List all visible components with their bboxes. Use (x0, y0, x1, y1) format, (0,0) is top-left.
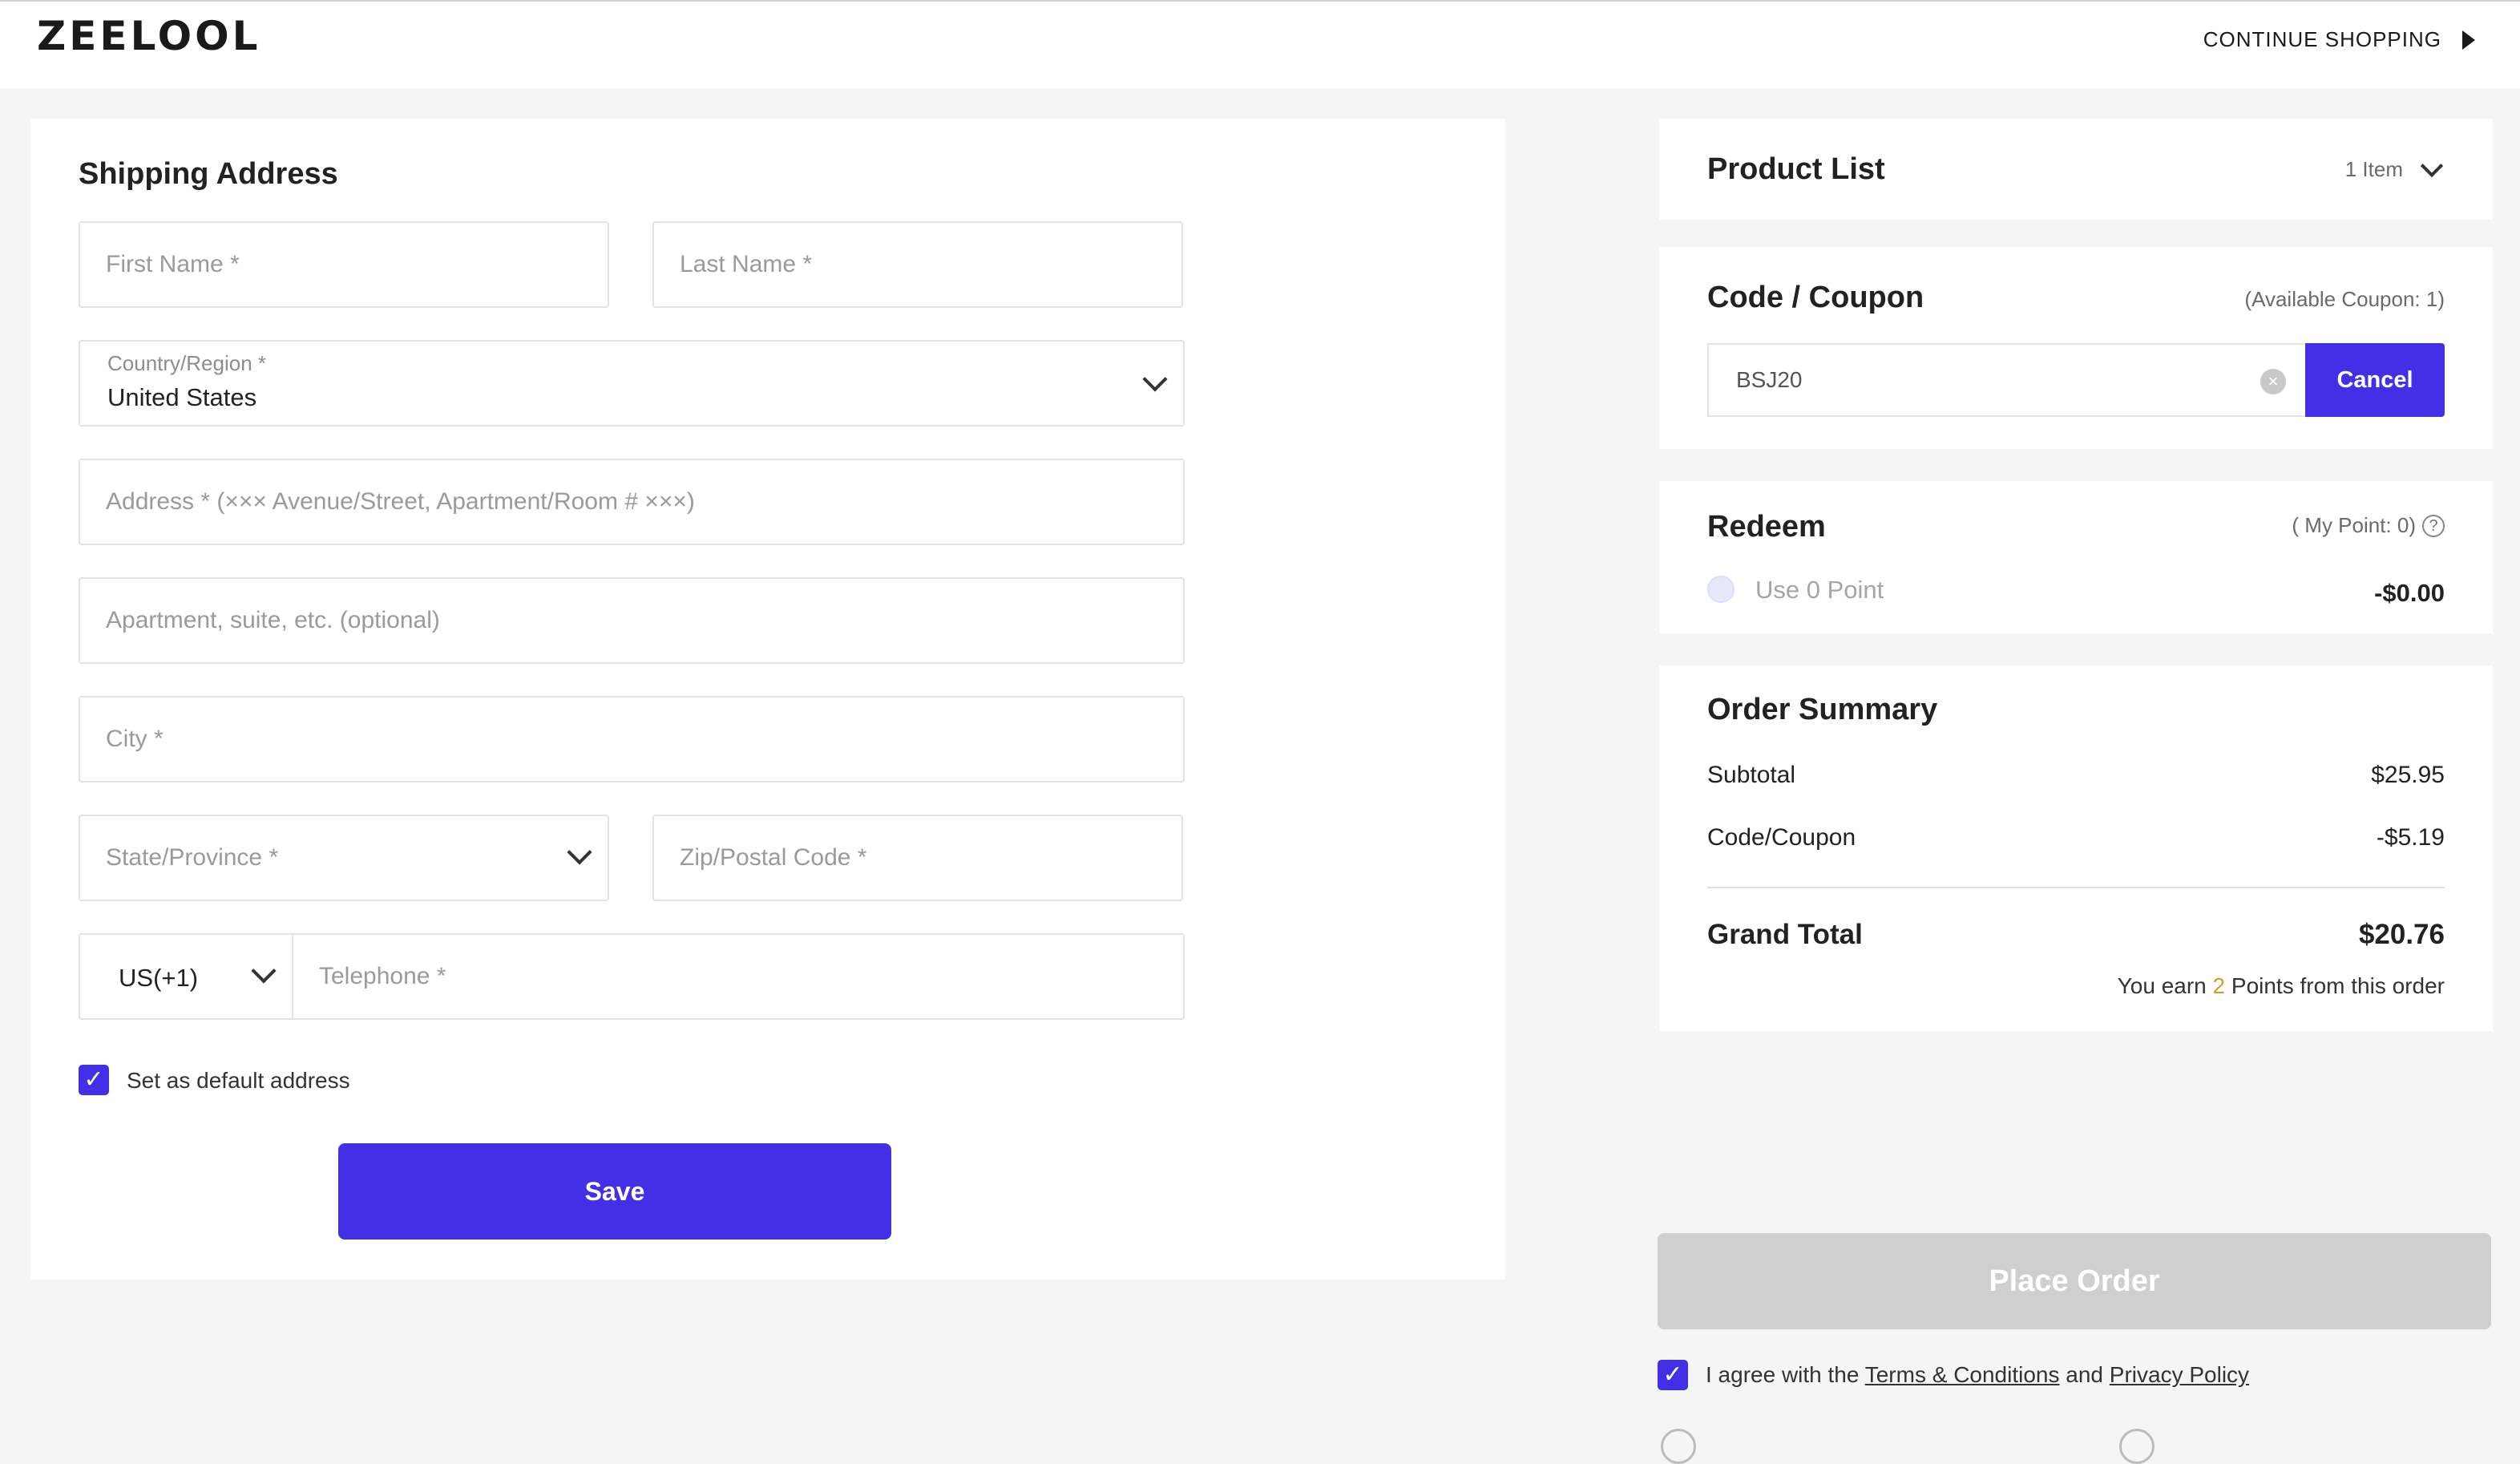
place-order-button[interactable]: Place Order (1658, 1233, 2491, 1329)
order-summary-title: Order Summary (1707, 693, 1938, 726)
redeem-amount: -$0.00 (2374, 579, 2445, 607)
coupon-code-input[interactable]: BSJ20 × (1707, 343, 2305, 417)
subtotal-row: Subtotal $25.95 (1707, 762, 2445, 789)
chevron-down-icon (2420, 154, 2444, 177)
earn-suffix: Points from this order (2231, 973, 2445, 998)
phone-code-select[interactable]: US(+1) (79, 933, 292, 1020)
terms-conditions-link[interactable]: Terms & Conditions (1865, 1362, 2060, 1387)
earn-points-note: You earn 2 Points from this order (2118, 973, 2445, 999)
redeem-card: Redeem ( My Point: 0) ? Use 0 Point -$0.… (1659, 481, 2493, 633)
country-region-select[interactable]: Country/Region * United States (79, 340, 1185, 427)
coupon-code-value: BSJ20 (1736, 367, 1803, 392)
cancel-coupon-button[interactable]: Cancel (2305, 343, 2445, 417)
apartment-placeholder: Apartment, suite, etc. (optional) (106, 607, 440, 633)
use-point-radio[interactable] (1707, 576, 1735, 603)
chevron-down-icon (567, 839, 592, 865)
country-region-value: United States (107, 383, 257, 411)
summary-divider (1707, 887, 2445, 888)
continue-shopping-label: CONTINUE SHOPPING (2203, 27, 2441, 51)
agree-and: and (2066, 1362, 2103, 1387)
grand-total-value: $20.76 (2358, 919, 2445, 950)
apartment-field[interactable]: Apartment, suite, etc. (optional) (79, 577, 1185, 664)
available-coupon-label: (Available Coupon: 1) (2244, 287, 2445, 311)
shipping-address-title: Shipping Address (79, 157, 338, 191)
help-icon[interactable]: ? (2422, 514, 2445, 537)
chevron-down-icon (251, 958, 277, 984)
coupon-discount-label: Code/Coupon (1707, 824, 1856, 851)
continue-shopping-link[interactable]: CONTINUE SHOPPING (2203, 27, 2475, 52)
telephone-field[interactable]: Telephone * (292, 933, 1185, 1020)
state-province-placeholder: State/Province * (106, 844, 279, 871)
product-list-toggle[interactable]: 1 Item (2344, 154, 2444, 182)
zip-postal-code-field[interactable]: Zip/Postal Code * (652, 815, 1183, 901)
coupon-discount-row: Code/Coupon -$5.19 (1707, 824, 2445, 851)
city-placeholder: City * (106, 726, 164, 752)
subtotal-value: $25.95 (2371, 762, 2445, 788)
first-name-placeholder: First Name * (106, 251, 240, 277)
default-address-checkbox[interactable]: ✓ (79, 1065, 109, 1095)
earn-prefix: You earn (2117, 973, 2207, 998)
use-point-label: Use 0 Point (1755, 576, 1884, 604)
address-field[interactable]: Address * (××× Avenue/Street, Apartment/… (79, 459, 1185, 545)
bottom-badge-icon (1661, 1429, 1696, 1464)
item-count: 1 Item (2344, 157, 2403, 181)
grand-total-label: Grand Total (1707, 919, 1863, 950)
clear-icon[interactable]: × (2260, 369, 2286, 394)
telephone-placeholder: Telephone * (319, 963, 446, 989)
my-point-label: ( My Point: 0) (2292, 513, 2416, 537)
agree-prefix: I agree with the (1706, 1362, 1860, 1387)
product-list-card[interactable]: Product List 1 Item (1659, 119, 2493, 220)
last-name-placeholder: Last Name * (680, 251, 813, 277)
chevron-down-icon (1142, 366, 1168, 392)
order-summary-card: Order Summary Subtotal $25.95 Code/Coupo… (1659, 665, 2493, 1031)
subtotal-label: Subtotal (1707, 762, 1796, 788)
country-region-label: Country/Region * (107, 351, 266, 375)
coupon-title: Code / Coupon (1707, 281, 1924, 314)
default-address-label: Set as default address (127, 1068, 350, 1093)
first-name-field[interactable]: First Name * (79, 221, 609, 308)
agree-checkbox[interactable]: ✓ (1658, 1360, 1688, 1390)
city-field[interactable]: City * (79, 696, 1185, 783)
zip-postal-code-placeholder: Zip/Postal Code * (680, 844, 867, 871)
coupon-card: Code / Coupon (Available Coupon: 1) BSJ2… (1659, 247, 2493, 449)
zeelool-logo[interactable]: ZEELOOL (37, 13, 261, 59)
address-placeholder: Address * (××× Avenue/Street, Apartment/… (106, 488, 695, 515)
earn-points-value: 2 (2212, 973, 2226, 998)
grand-total-row: Grand Total $20.76 (1707, 919, 2445, 951)
state-province-select[interactable]: State/Province * (79, 815, 609, 901)
bottom-badge-icon (2119, 1429, 2155, 1464)
top-bar: ZEELOOL CONTINUE SHOPPING (0, 0, 2520, 88)
play-arrow-icon (2462, 30, 2475, 50)
phone-code-value: US(+1) (119, 964, 199, 992)
terms-agreement: ✓ I agree with the Terms & Conditions an… (1658, 1360, 2249, 1390)
product-list-title: Product List (1707, 152, 1885, 186)
last-name-field[interactable]: Last Name * (652, 221, 1183, 308)
shipping-address-card: Shipping Address First Name * Last Name … (30, 119, 1505, 1280)
redeem-title: Redeem (1707, 510, 1826, 544)
coupon-discount-value: -$5.19 (2376, 824, 2445, 851)
save-button[interactable]: Save (338, 1143, 891, 1240)
privacy-policy-link[interactable]: Privacy Policy (2110, 1362, 2249, 1387)
